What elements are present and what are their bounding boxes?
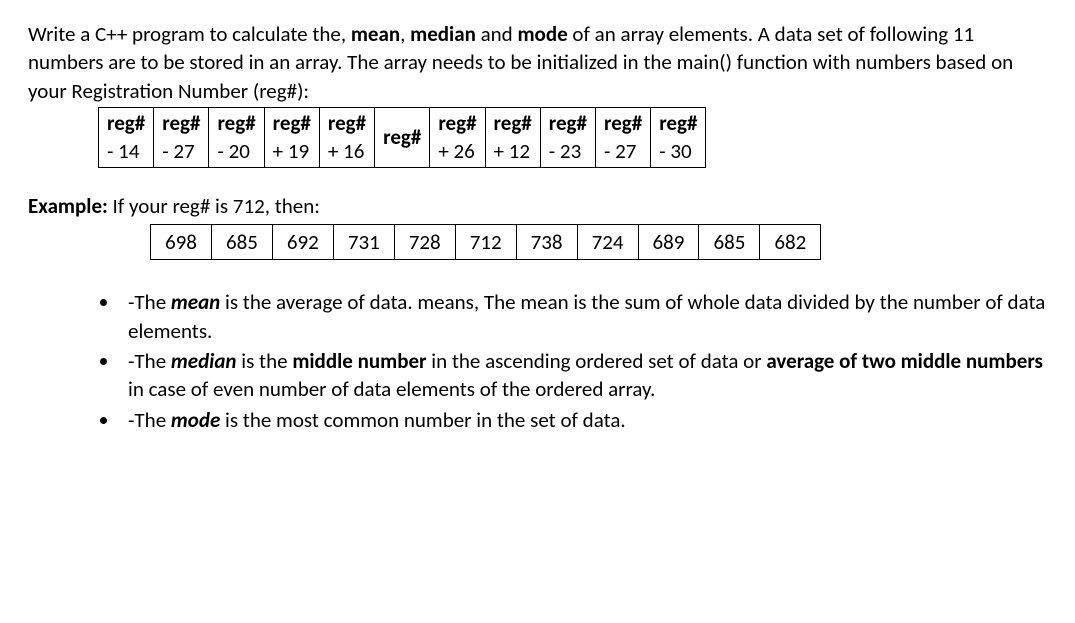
list-item-mean: -The mean is the average of data. means,… [120,288,1047,345]
offset-cell: reg#- 20 [209,108,264,168]
offset-cell: reg#+ 12 [485,108,540,168]
offset-table: reg#- 14 reg#- 27 reg#- 20 reg#+ 19 reg#… [98,107,706,168]
example-cell: 685 [699,225,760,260]
definitions-list: -The mean is the average of data. means,… [28,288,1047,434]
offset-cell: reg#- 27 [595,108,650,168]
example-cell: 698 [151,225,212,260]
example-cell: 724 [577,225,638,260]
term-avg-two-middle: average of two middle numbers [766,348,1043,374]
example-label: Example: If your reg# is 712, then: [28,192,1047,220]
word-median: median [410,21,476,47]
example-cell: 682 [760,225,821,260]
term-mode: mode [171,407,220,433]
offset-cell: reg#- 23 [540,108,595,168]
list-item-mode: -The mode is the most common number in t… [120,406,1047,434]
word-mode: mode [517,21,567,47]
offset-cell: reg#+ 16 [319,108,374,168]
example-cell: 692 [272,225,333,260]
offset-cell-center: reg# [375,108,430,168]
offset-cell: reg#- 14 [99,108,154,168]
intro-text: Write a C++ program to calculate the, [28,21,351,47]
example-cell: 731 [333,225,394,260]
problem-statement: Write a C++ program to calculate the, me… [28,20,1047,105]
term-mean: mean [171,289,220,315]
example-cell: 689 [638,225,699,260]
offset-cell: reg#+ 19 [264,108,319,168]
offset-cell: reg#+ 26 [430,108,485,168]
example-cell: 738 [516,225,577,260]
intro-text: and [476,21,518,47]
example-table: 698 685 692 731 728 712 738 724 689 685 … [150,224,821,260]
term-middle-number: middle number [292,348,426,374]
word-mean: mean [351,21,400,47]
offset-cell: reg#- 27 [154,108,209,168]
example-label-bold: Example: [28,193,108,219]
intro-text: , [400,21,410,47]
example-cell: 685 [211,225,272,260]
example-cell: 728 [394,225,455,260]
term-median: median [171,348,237,374]
list-item-median: -The median is the middle number in the … [120,347,1047,404]
example-cell: 712 [455,225,516,260]
example-label-rest: If your reg# is 712, then: [108,193,320,219]
offset-cell: reg#- 30 [651,108,706,168]
